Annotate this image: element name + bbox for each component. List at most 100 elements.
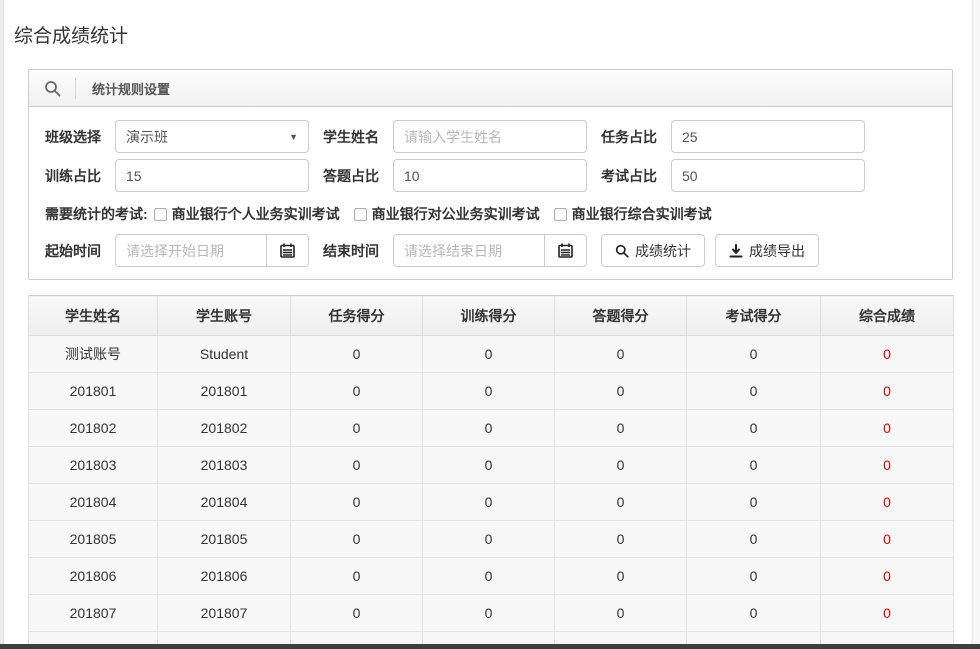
table-cell: 0	[821, 595, 954, 632]
export-button-label: 成绩导出	[749, 241, 805, 261]
table-cell: 0	[291, 521, 423, 558]
filter-panel-title: 统计规则设置	[92, 79, 170, 98]
table-cell: 0	[423, 484, 555, 521]
exam-ratio-group: 考试占比	[601, 159, 865, 192]
table-row: 20180320180300000	[29, 447, 954, 484]
answer-ratio-label: 答题占比	[323, 166, 393, 186]
table-body: 测试账号Student00000201801201801000002018022…	[29, 336, 954, 649]
table-cell: 0	[555, 558, 687, 595]
export-button[interactable]: 成绩导出	[715, 234, 819, 267]
start-date-group: 起始时间	[45, 234, 309, 267]
student-name-group: 学生姓名	[323, 120, 587, 153]
table-cell: 0	[555, 595, 687, 632]
table-cell: 201804	[29, 484, 158, 521]
header-divider	[75, 78, 76, 99]
exam-checkbox-group-label: 需要统计的考试:	[45, 204, 148, 224]
start-date-label: 起始时间	[45, 241, 115, 261]
table-cell: 0	[821, 484, 954, 521]
start-date-calendar-button[interactable]	[266, 235, 308, 266]
table-cell: 0	[423, 410, 555, 447]
class-select-label: 班级选择	[45, 127, 115, 147]
exam-checkbox-option[interactable]: 商业银行个人业务实训考试	[154, 204, 340, 224]
filter-panel-body: 班级选择 演示班 ▼ 学生姓名 任务占比 训练占比	[29, 107, 952, 279]
exam-checkbox-option[interactable]: 商业银行对公业务实训考试	[354, 204, 540, 224]
end-date-calendar-button[interactable]	[544, 235, 586, 266]
table-row: 20180720180700000	[29, 595, 954, 632]
table-cell: 0	[291, 447, 423, 484]
bottom-dark-bar	[0, 644, 980, 649]
table-header-row: 学生姓名学生账号任务得分训练得分答题得分考试得分综合成绩	[29, 296, 954, 336]
left-gutter	[0, 0, 4, 649]
class-select[interactable]: 演示班 ▼	[115, 120, 309, 153]
vertical-scrollbar[interactable]	[972, 0, 980, 649]
checkbox-icon[interactable]	[354, 208, 367, 221]
table-cell: 201803	[158, 447, 291, 484]
column-header: 学生姓名	[29, 296, 158, 336]
column-header: 任务得分	[291, 296, 423, 336]
table-cell: 0	[291, 484, 423, 521]
table-cell: 0	[423, 447, 555, 484]
table-cell: 0	[821, 558, 954, 595]
student-name-input[interactable]	[393, 120, 587, 153]
table-cell: 0	[423, 373, 555, 410]
checkbox-label: 商业银行个人业务实训考试	[172, 204, 340, 224]
table-row: 20180420180400000	[29, 484, 954, 521]
table-cell: 0	[291, 410, 423, 447]
table-row: 20180220180200000	[29, 410, 954, 447]
table-cell: 201807	[29, 595, 158, 632]
table-cell: 0	[291, 336, 423, 373]
column-header: 综合成绩	[821, 296, 954, 336]
table-cell: 201801	[29, 373, 158, 410]
table-cell: 201803	[29, 447, 158, 484]
table-cell: 0	[423, 336, 555, 373]
table-cell: 0	[687, 447, 821, 484]
table-cell: 201802	[158, 410, 291, 447]
table-cell: 201805	[158, 521, 291, 558]
table-cell: 0	[687, 484, 821, 521]
table-cell: 0	[687, 521, 821, 558]
end-date-input[interactable]	[394, 235, 544, 266]
training-ratio-group: 训练占比	[45, 159, 309, 192]
search-icon	[29, 80, 75, 97]
checkbox-label: 商业银行对公业务实训考试	[372, 204, 540, 224]
task-ratio-input[interactable]	[671, 120, 865, 153]
table-cell: 201806	[29, 558, 158, 595]
table-cell: 201802	[29, 410, 158, 447]
filter-panel: 统计规则设置 班级选择 演示班 ▼ 学生姓名 任务占比	[28, 69, 953, 280]
table-cell: 测试账号	[29, 336, 158, 373]
answer-ratio-group: 答题占比	[323, 159, 587, 192]
exam-checkbox-option[interactable]: 商业银行综合实训考试	[554, 204, 712, 224]
download-icon	[729, 244, 743, 258]
filter-row-1: 班级选择 演示班 ▼ 学生姓名 任务占比	[45, 120, 936, 153]
stat-button-label: 成绩统计	[635, 241, 691, 261]
checkbox-icon[interactable]	[154, 208, 167, 221]
table-cell: 0	[291, 595, 423, 632]
exam-checkbox-row: 需要统计的考试: 商业银行个人业务实训考试 商业银行对公业务实训考试 商业银行综合实…	[45, 205, 936, 223]
search-icon	[615, 244, 629, 258]
table-row: 20180120180100000	[29, 373, 954, 410]
training-ratio-input[interactable]	[115, 159, 309, 192]
table-cell: 0	[821, 410, 954, 447]
training-ratio-label: 训练占比	[45, 166, 115, 186]
checkbox-icon[interactable]	[554, 208, 567, 221]
table-cell: 0	[687, 410, 821, 447]
table-cell: 201805	[29, 521, 158, 558]
start-date-input[interactable]	[116, 235, 266, 266]
table-cell: 201804	[158, 484, 291, 521]
table-row: 20180520180500000	[29, 521, 954, 558]
start-date-input-group	[115, 234, 309, 267]
checkbox-label: 商业银行综合实训考试	[572, 204, 712, 224]
exam-ratio-input[interactable]	[671, 159, 865, 192]
task-ratio-label: 任务占比	[601, 127, 671, 147]
table-row: 20180620180600000	[29, 558, 954, 595]
table-cell: 0	[423, 521, 555, 558]
main-content: 统计规则设置 班级选择 演示班 ▼ 学生姓名 任务占比	[28, 69, 953, 649]
table-cell: 0	[555, 447, 687, 484]
table-cell: 0	[687, 336, 821, 373]
stat-button[interactable]: 成绩统计	[601, 234, 705, 267]
table-cell: 0	[555, 484, 687, 521]
answer-ratio-input[interactable]	[393, 159, 587, 192]
table-cell: 0	[821, 521, 954, 558]
table-cell: 0	[555, 336, 687, 373]
table-cell: 0	[423, 558, 555, 595]
